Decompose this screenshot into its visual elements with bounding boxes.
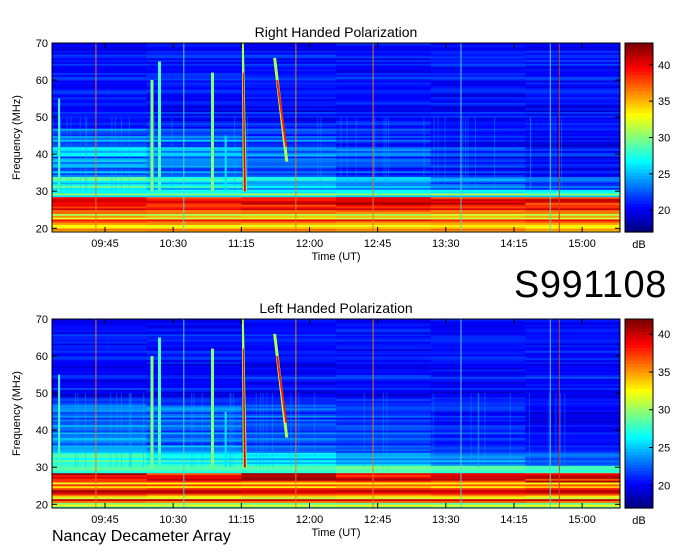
y-tick-label: 30: [36, 186, 48, 198]
x-tick-label: 12:00: [296, 238, 324, 250]
y-tick-label: 70: [36, 38, 48, 50]
x-tick-label: 12:00: [296, 514, 324, 526]
chart-left-polarization: 20 30 40 50 60 70 09:45 10:30 11:15 12:00 12:45 13:…: [11, 314, 670, 539]
y-tick-label: 60: [36, 351, 48, 363]
x-tick-label: 10:30: [159, 238, 187, 250]
colorbar-tick-label: 25: [658, 443, 670, 455]
x-tick-label: 10:30: [159, 514, 187, 526]
colorbar-label: dB: [632, 515, 645, 527]
colorbar-tick-label: 40: [658, 60, 670, 72]
x-tick-label: 09:45: [91, 514, 119, 526]
colorbar-tick-label: 30: [658, 405, 670, 417]
x-tick-label: 12:45: [364, 238, 392, 250]
x-tick-label: 14:15: [500, 238, 528, 250]
colorbar-tick-label: 35: [658, 367, 670, 379]
colorbar-tick-label: 35: [658, 96, 670, 108]
y-tick-label: 40: [36, 149, 48, 161]
x-tick-label: 09:45: [91, 238, 119, 250]
y-tick-label: 30: [36, 462, 48, 474]
y-axis-label: Frequency (MHz): [11, 95, 23, 180]
x-tick-label: 11:15: [228, 514, 255, 526]
y-tick-label: 20: [36, 223, 48, 235]
x-axis-label: Time (UT): [311, 251, 360, 263]
x-tick-label: 13:30: [432, 238, 460, 250]
colorbar-tick-label: 40: [658, 329, 670, 341]
y-tick-label: 40: [36, 425, 48, 437]
x-tick-label: 15:00: [568, 514, 596, 526]
colorbar-tick-label: 20: [658, 205, 670, 217]
y-axis-label: Frequency (MHz): [11, 371, 23, 456]
x-tick-label: 15:00: [568, 238, 596, 250]
spectrogram-body: [52, 43, 621, 233]
x-tick-label: 13:30: [432, 514, 460, 526]
y-tick-label: 50: [36, 388, 48, 400]
colorbar-tick-label: 30: [658, 133, 670, 145]
y-tick-label: 70: [36, 314, 48, 326]
y-tick-label: 20: [36, 499, 48, 511]
x-tick-label: 11:15: [228, 238, 255, 250]
instrument-label: Nancay Decameter Array: [52, 528, 231, 545]
chart-right-polarization: 20 30 40 50 60 70 09:45 10:30 11:15 12:00 12:45 13:…: [11, 38, 670, 263]
x-tick-label: 14:15: [500, 514, 528, 526]
x-tick-label: 12:45: [364, 514, 392, 526]
colorbar-tick-label: 25: [658, 169, 670, 181]
y-tick-label: 60: [36, 75, 48, 87]
colorbar-label: dB: [632, 239, 645, 251]
x-axis-label: Time (UT): [311, 527, 360, 539]
spectrogram-body: [52, 319, 621, 509]
colorbar-tick-label: 20: [658, 480, 670, 492]
y-tick-label: 50: [36, 112, 48, 124]
